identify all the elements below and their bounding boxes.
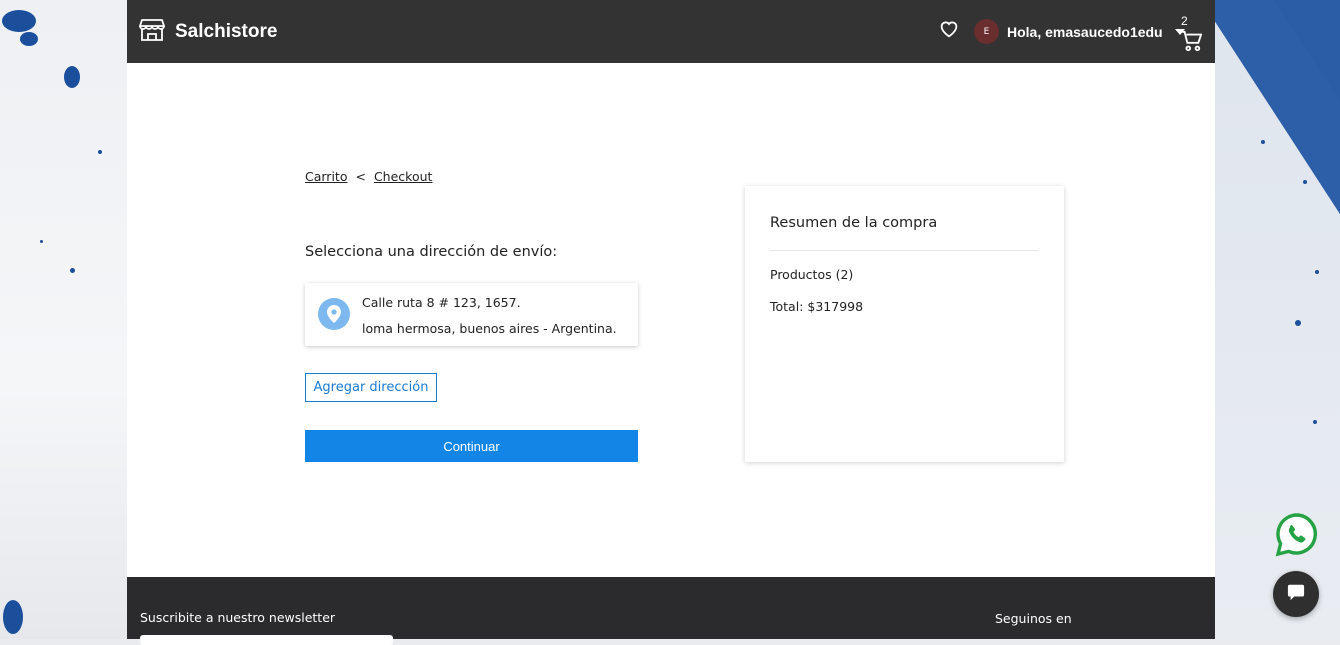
summary-products: Productos (2): [770, 267, 854, 282]
summary-title: Resumen de la compra: [770, 215, 938, 231]
chat-button[interactable]: [1273, 571, 1319, 617]
newsletter-email-input[interactable]: [140, 635, 393, 645]
shipping-title: Selecciona una dirección de envío:: [305, 244, 558, 260]
location-pin-icon: [318, 298, 350, 330]
summary-divider: [770, 250, 1038, 251]
follow-us-label: Seguinos en: [995, 611, 1072, 626]
background-left: [0, 0, 127, 639]
purchase-summary: Resumen de la compra Productos (2) Total…: [745, 186, 1064, 462]
address-line-2: loma hermosa, buenos aires - Argentina.: [362, 321, 617, 336]
page: Salchistore E Hola, emasaucedo1edu 2 Car…: [127, 0, 1215, 645]
brand-link[interactable]: Salchistore: [138, 18, 278, 46]
address-line-1: Calle ruta 8 # 123, 1657.: [362, 295, 521, 310]
user-greeting: Hola, emasaucedo1edu: [1007, 23, 1163, 40]
avatar: E: [974, 19, 999, 44]
continue-button[interactable]: Continuar: [305, 430, 638, 462]
storefront-icon: [138, 18, 166, 46]
user-menu[interactable]: E Hola, emasaucedo1edu: [974, 19, 1185, 44]
breadcrumb-separator: <: [355, 169, 366, 184]
cart-icon: [1180, 30, 1203, 56]
newsletter-label: Suscribite a nuestro newsletter: [140, 610, 336, 625]
breadcrumb-cart-link[interactable]: Carrito: [305, 169, 347, 184]
heart-icon[interactable]: [939, 20, 959, 42]
cart-count-badge: 2: [1181, 14, 1188, 28]
breadcrumb: Carrito < Checkout: [305, 169, 432, 184]
footer: Suscribite a nuestro newsletter Seguinos…: [127, 577, 1215, 645]
top-navbar: Salchistore E Hola, emasaucedo1edu 2: [127, 0, 1215, 63]
brand-name: Salchistore: [175, 21, 278, 42]
whatsapp-icon[interactable]: [1274, 512, 1320, 558]
summary-total: Total: $317998: [770, 299, 864, 314]
add-address-button[interactable]: Agregar dirección: [305, 373, 437, 402]
chat-icon: [1287, 583, 1305, 605]
address-card[interactable]: Calle ruta 8 # 123, 1657. loma hermosa, …: [305, 283, 638, 346]
breadcrumb-checkout-link[interactable]: Checkout: [374, 169, 432, 184]
cart-button[interactable]: 2: [1180, 14, 1204, 54]
